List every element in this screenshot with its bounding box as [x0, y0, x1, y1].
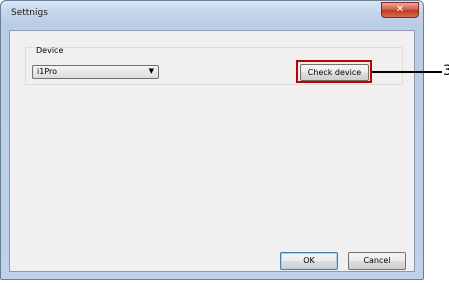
device-select[interactable]: i1Pro ▼ — [32, 65, 159, 79]
settings-dialog: Settnigs ✕ Device i1Pro ▼ Check device O… — [0, 0, 424, 280]
callout-line — [372, 71, 442, 73]
window-title: Settnigs — [11, 8, 48, 18]
cancel-button[interactable]: Cancel — [348, 252, 406, 270]
close-button[interactable]: ✕ — [381, 2, 419, 18]
close-icon: ✕ — [395, 4, 405, 15]
title-bar[interactable]: Settnigs ✕ — [1, 1, 423, 27]
callout-highlight-box — [296, 60, 372, 83]
callout-number: 3 — [443, 63, 449, 79]
chevron-down-icon: ▼ — [148, 67, 154, 75]
device-group-label: Device — [36, 46, 64, 55]
device-select-value: i1Pro — [37, 67, 58, 76]
ok-button[interactable]: OK — [280, 252, 338, 270]
